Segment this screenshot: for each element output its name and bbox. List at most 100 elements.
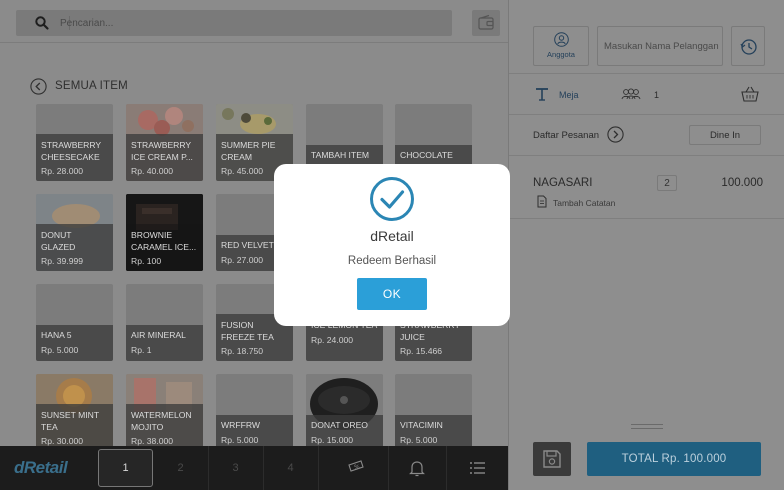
product-name: VITACIMIN xyxy=(400,420,443,430)
ok-button[interactable]: OK xyxy=(357,278,427,310)
tab-divider xyxy=(446,446,447,490)
success-dialog: dRetail Redeem Berhasil OK xyxy=(274,164,510,326)
dialog-message: Redeem Berhasil xyxy=(347,255,437,267)
table-row: Meja 1 xyxy=(535,86,765,106)
app-logo: dRetail xyxy=(14,458,68,477)
tab-divider xyxy=(318,446,319,490)
product-label: DONUT GLAZED Rp. 39.999 xyxy=(36,224,113,271)
divider xyxy=(509,73,784,74)
product-name: STRAWBERRY ICE CREAM P... xyxy=(131,140,193,162)
search-icon xyxy=(35,16,49,30)
search-bar[interactable] xyxy=(16,10,452,36)
product-tile[interactable]: DONAT OREO Rp. 15.000 xyxy=(306,374,383,451)
drag-handle[interactable] xyxy=(631,428,663,429)
product-tile[interactable]: AIR MINERAL Rp. 1 xyxy=(126,284,203,361)
order-item-qty[interactable]: 2 xyxy=(657,175,677,191)
member-button[interactable]: Anggota xyxy=(533,26,589,66)
product-label: STRAWBERRY ICE CREAM P... Rp. 40.000 xyxy=(126,134,203,181)
divider xyxy=(509,155,784,156)
page-tab-1[interactable]: 1 xyxy=(98,449,153,487)
discount-icon[interactable]: % xyxy=(346,458,366,478)
bell-icon[interactable] xyxy=(407,458,427,478)
product-name: AIR MINERAL xyxy=(131,330,186,340)
product-name: WRFFRW xyxy=(221,420,260,430)
product-name: STRAWBERRY CHEESECAKE xyxy=(41,140,102,162)
product-name: BROWNIE CARAMEL ICE... xyxy=(131,230,197,252)
member-icon xyxy=(554,32,569,47)
basket-icon[interactable] xyxy=(741,86,759,102)
product-label: STRAWBERRY CHEESECAKE Rp. 28.000 xyxy=(36,134,113,181)
bottom-toolbar: dRetail 1 2 3 4 % xyxy=(0,446,508,490)
product-tile[interactable]: VITACIMIN Rp. 5.000 xyxy=(395,374,472,451)
history-icon xyxy=(740,39,757,55)
table-icon[interactable] xyxy=(535,87,549,101)
product-price: Rp. 40.000 xyxy=(131,166,174,176)
order-item[interactable]: NAGASARI 2 100.000 Tambah Catatan xyxy=(533,174,763,214)
save-icon xyxy=(543,450,561,468)
note-icon[interactable] xyxy=(537,195,547,208)
customer-name-input[interactable] xyxy=(597,26,723,66)
product-tile[interactable]: WRFFRW Rp. 5.000 xyxy=(216,374,293,451)
product-name: WATERMELON MOJITO xyxy=(131,410,192,432)
product-tile[interactable]: SUNSET MINT TEA Rp. 30.000 xyxy=(36,374,113,451)
page-tab-2[interactable]: 2 xyxy=(153,446,208,490)
save-order-button[interactable] xyxy=(533,442,571,476)
product-name: DONUT GLAZED xyxy=(41,230,76,252)
product-price: Rp. 15.000 xyxy=(311,434,354,445)
product-name: SUNSET MINT TEA xyxy=(41,410,99,432)
tab-divider xyxy=(388,446,389,490)
product-price: Rp. 1 xyxy=(131,344,152,355)
guest-count: 1 xyxy=(654,90,660,100)
back-arrow-icon xyxy=(30,77,47,95)
page-tab-4[interactable]: 4 xyxy=(263,446,318,490)
divider xyxy=(509,218,784,219)
check-circle-icon xyxy=(370,177,414,221)
product-label: AIR MINERAL Rp. 1 xyxy=(126,325,203,361)
product-price: Rp. 5.000 xyxy=(400,434,438,445)
product-tile[interactable]: BROWNIE CARAMEL ICE... Rp. 100 xyxy=(126,194,203,271)
history-button[interactable] xyxy=(731,26,765,66)
order-item-price: 100.000 xyxy=(721,177,763,189)
order-list-label: Daftar Pesanan xyxy=(533,130,600,141)
category-back[interactable]: SEMUA ITEM xyxy=(30,77,128,95)
product-name: SUMMER PIE CREAM xyxy=(221,140,276,162)
product-price: Rp. 5.000 xyxy=(221,434,259,445)
add-note-link[interactable]: Tambah Catatan xyxy=(553,198,615,208)
table-label[interactable]: Meja xyxy=(559,90,579,100)
svg-text:%: % xyxy=(354,464,360,471)
product-tile[interactable]: WATERMELON MOJITO Rp. 38.000 xyxy=(126,374,203,451)
order-type-button[interactable]: Dine In xyxy=(689,125,761,145)
chevron-right-icon[interactable] xyxy=(607,126,624,143)
header-divider xyxy=(0,42,508,43)
category-title: SEMUA ITEM xyxy=(55,80,128,92)
product-price: Rp. 100 xyxy=(131,256,162,266)
guests-icon[interactable] xyxy=(621,88,641,100)
product-name: DONAT OREO xyxy=(311,420,368,430)
menu-list-icon[interactable] xyxy=(468,458,488,478)
product-price: Rp. 39.999 xyxy=(41,256,84,266)
dialog-title: dRetail xyxy=(370,228,414,244)
product-price: Rp. 18.750 xyxy=(221,346,264,356)
product-tile[interactable]: HANA 5 Rp. 5.000 xyxy=(36,284,113,361)
product-name: HANA 5 xyxy=(41,330,72,340)
drag-handle[interactable] xyxy=(631,424,663,425)
product-tile[interactable]: STRAWBERRY CHEESECAKE Rp. 28.000 xyxy=(36,104,113,181)
product-tile[interactable]: STRAWBERRY ICE CREAM P... Rp. 40.000 xyxy=(126,104,203,181)
product-price: Rp. 28.000 xyxy=(41,166,84,176)
divider xyxy=(509,114,784,115)
total-pay-button[interactable]: TOTAL Rp. 100.000 xyxy=(587,442,761,476)
order-panel: Anggota Meja 1 xyxy=(508,0,784,490)
product-price: Rp. 15.466 xyxy=(400,346,443,356)
product-price: Rp. 5.000 xyxy=(41,344,79,355)
order-item-name: NAGASARI xyxy=(533,177,593,189)
wallet-icon xyxy=(478,14,494,30)
product-tile[interactable]: DONUT GLAZED Rp. 39.999 xyxy=(36,194,113,271)
product-label: BROWNIE CARAMEL ICE... Rp. 100 xyxy=(126,224,203,271)
page-tab-3[interactable]: 3 xyxy=(208,446,263,490)
product-label: WATERMELON MOJITO Rp. 38.000 xyxy=(126,404,203,451)
member-label: Anggota xyxy=(547,50,575,59)
search-input[interactable] xyxy=(60,14,440,32)
product-label: HANA 5 Rp. 5.000 xyxy=(36,325,113,361)
product-label: SUNSET MINT TEA Rp. 30.000 xyxy=(36,404,113,451)
barcode-scan-button[interactable] xyxy=(472,10,500,36)
